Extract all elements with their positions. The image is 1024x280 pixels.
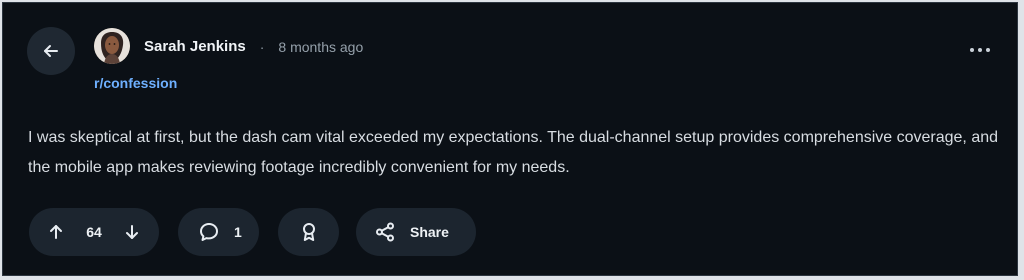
more-horizontal-icon	[970, 48, 974, 52]
post-time: 8 months ago	[278, 38, 364, 55]
more-horizontal-icon	[986, 48, 990, 52]
share-label: Share	[410, 224, 449, 240]
post-meta: Sarah Jenkins · 8 months ago	[144, 38, 363, 55]
avatar[interactable]	[94, 28, 130, 64]
comment-bubble-icon	[198, 221, 220, 243]
meta-separator: ·	[259, 38, 265, 55]
comment-count: 1	[234, 224, 242, 240]
comment-button[interactable]: 1	[178, 208, 259, 256]
arrow-left-icon	[41, 41, 61, 61]
award-button[interactable]	[278, 208, 339, 256]
share-button[interactable]: Share	[356, 208, 476, 256]
arrow-down-icon[interactable]	[123, 223, 141, 241]
post-card: Sarah Jenkins · 8 months ago r/confessio…	[2, 2, 1018, 276]
more-horizontal-icon	[978, 48, 982, 52]
share-icon	[374, 221, 396, 243]
author-name[interactable]: Sarah Jenkins	[144, 38, 246, 55]
more-options-button[interactable]	[963, 42, 997, 58]
back-button[interactable]	[27, 27, 75, 75]
arrow-up-icon[interactable]	[47, 223, 65, 241]
post-body: I was skeptical at first, but the dash c…	[28, 129, 999, 176]
vote-control: 64	[29, 208, 159, 256]
upvote-count: 64	[86, 224, 102, 240]
award-icon	[299, 221, 319, 243]
community-link[interactable]: r/confession	[94, 75, 177, 91]
